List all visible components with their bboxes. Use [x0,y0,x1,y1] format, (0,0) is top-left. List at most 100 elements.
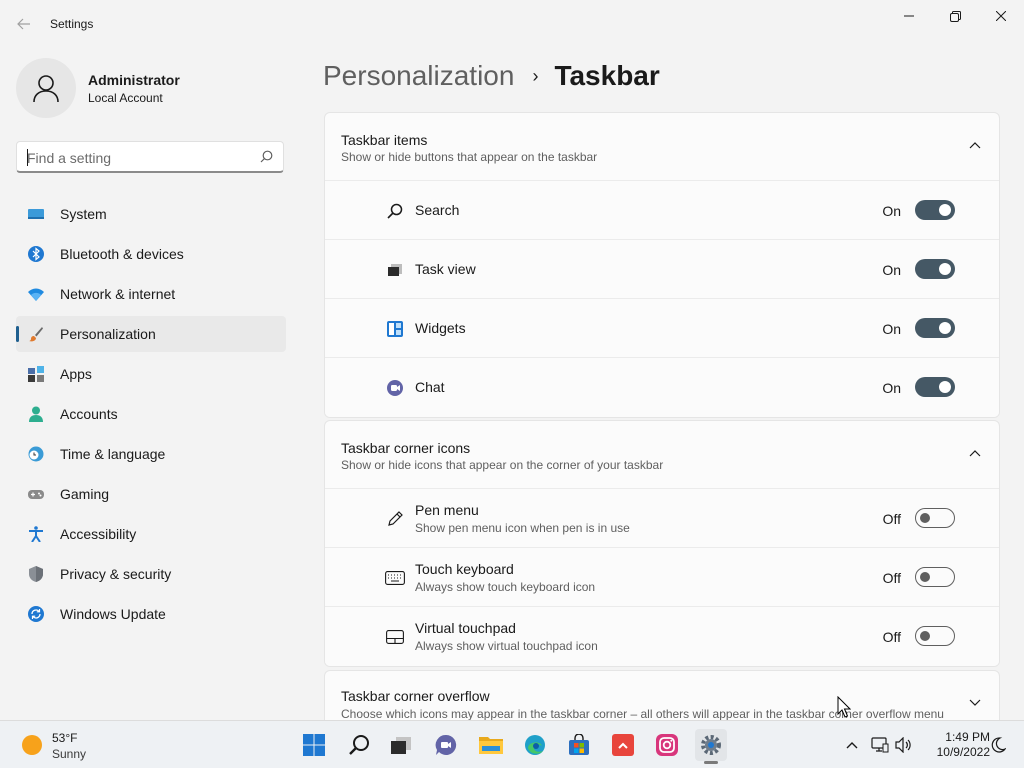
widgets-toggle[interactable] [915,318,955,338]
chat-icon [435,734,457,755]
sidebar-item-network[interactable]: Network & internet [16,276,286,312]
virtual-touchpad-toggle[interactable] [915,626,955,646]
chat-toggle[interactable] [915,377,955,397]
start-icon [303,734,325,756]
chat-icon [385,378,405,398]
toggle-state-text: Off [882,570,901,586]
setting-row-chat: Chat On [325,358,999,417]
file-explorer-icon [479,737,503,754]
show-hidden-icons-button[interactable] [840,733,864,757]
setting-description: Always show virtual touchpad icon [415,639,598,653]
instagram-icon [656,734,678,756]
sidebar-item-accounts[interactable]: Accounts [16,396,286,432]
task-view-icon [385,260,405,280]
taskbar-corner-icons-header[interactable]: Taskbar corner icons Show or hide icons … [325,421,999,489]
clock-date: 10/9/2022 [936,745,990,759]
search-input[interactable] [27,148,247,168]
search-icon [349,735,369,755]
setting-label: Search [415,202,460,218]
settings-search[interactable] [16,141,284,173]
sidebar-item-windows-update[interactable]: Windows Update [16,596,286,632]
setting-row-task-view: Task view On [325,240,999,299]
pen-menu-toggle[interactable] [915,508,955,528]
toggle-state-text: Off [882,629,901,645]
widgets-icon [385,319,405,339]
taskbar-items-header[interactable]: Taskbar items Show or hide buttons that … [325,113,999,181]
section-title: Taskbar corner overflow [341,688,490,704]
sidebar-item-accessibility[interactable]: Accessibility [16,516,286,552]
sidebar-item-personalization[interactable]: Personalization [16,316,286,352]
sidebar-item-privacy[interactable]: Privacy & security [16,556,286,592]
sidebar-item-label: Gaming [60,486,110,502]
taskbar-items-section: Taskbar items Show or hide buttons that … [324,112,1000,418]
maximize-button[interactable] [932,0,978,32]
sun-icon [22,735,42,755]
weather-widget[interactable]: 53°F Sunny [14,729,134,761]
taskbar: 53°F Sunny 1:49 PM 10/9/2022 [0,720,1024,768]
close-button[interactable] [978,0,1024,32]
toggle-state-text: On [882,321,901,337]
search-icon [385,201,405,221]
text-caret [27,149,28,166]
taskbar-settings-button[interactable] [695,729,727,764]
focus-assist-icon [991,737,1006,753]
chevron-up-icon [969,142,981,149]
taskbar-file-explorer-button[interactable] [475,729,507,761]
section-subtitle: Show or hide icons that appear on the co… [341,458,664,472]
wifi-icon [28,288,44,301]
sidebar-item-label: Time & language [60,446,166,462]
back-button[interactable] [12,12,36,36]
close-icon [996,11,1006,21]
task-view-toggle[interactable] [915,259,955,279]
page-title: Taskbar [554,60,660,91]
taskbar-clock[interactable]: 1:49 PM 10/9/2022 [918,730,990,760]
search-toggle[interactable] [915,200,955,220]
user-name: Administrator [88,72,180,88]
setting-row-widgets: Widgets On [325,299,999,358]
taskbar-store-button[interactable] [563,729,595,761]
sidebar-item-time-language[interactable]: Time & language [16,436,286,472]
weather-condition: Sunny [52,747,87,761]
taskbar-search-button[interactable] [343,729,375,761]
minimize-button[interactable] [886,0,932,32]
apps-icon [28,366,44,382]
network-tray-button[interactable] [868,733,892,757]
person-icon [29,406,43,422]
toggle-state-text: On [882,380,901,396]
section-subtitle: Show or hide buttons that appear on the … [341,150,598,164]
touchpad-icon [385,627,405,647]
network-icon [871,737,889,753]
shield-icon [29,566,43,582]
bluetooth-icon [28,246,44,262]
volume-icon [895,737,911,753]
taskbar-chat-button[interactable] [430,729,462,761]
arrow-left-icon [17,18,30,30]
weather-temperature: 53°F [52,731,78,745]
notification-button[interactable] [986,733,1010,757]
sidebar-item-apps[interactable]: Apps [16,356,286,392]
taskbar-task-view-button[interactable] [385,729,417,761]
chevron-up-icon [969,450,981,457]
sidebar-item-gaming[interactable]: Gaming [16,476,286,512]
sidebar-item-bluetooth[interactable]: Bluetooth & devices [16,236,286,272]
touch-keyboard-toggle[interactable] [915,567,955,587]
user-profile[interactable]: Administrator Local Account [16,58,286,118]
taskbar-app-red-button[interactable] [607,729,639,761]
sidebar-item-label: Bluetooth & devices [60,246,184,262]
globe-clock-icon [28,446,44,462]
taskbar-edge-button[interactable] [519,729,551,761]
gamepad-icon [28,490,44,499]
breadcrumb-parent[interactable]: Personalization [323,60,514,92]
sidebar-item-label: System [60,206,107,222]
sidebar-item-system[interactable]: System [16,196,286,232]
update-icon [28,606,44,622]
toggle-state-text: On [882,203,901,219]
volume-tray-button[interactable] [892,733,916,757]
avatar [16,58,76,118]
title-bar: Settings [0,0,1024,48]
accessibility-icon [29,526,43,542]
taskbar-instagram-button[interactable] [651,729,683,761]
start-button[interactable] [298,729,330,761]
account-type: Local Account [88,91,163,105]
minimize-icon [904,15,914,17]
